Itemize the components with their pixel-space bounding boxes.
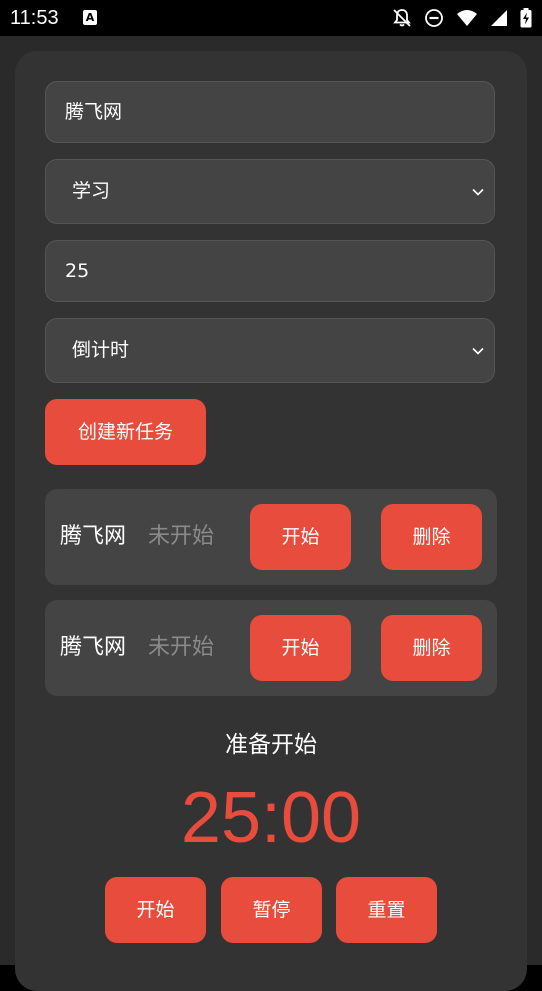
timer-start-button[interactable]: 开始 [105, 877, 206, 943]
task-row: 腾飞网 未开始 开始 删除 [45, 489, 497, 585]
mode-select[interactable]: 倒计时 [45, 318, 495, 383]
task-name: 腾飞网 [60, 635, 127, 660]
create-task-button[interactable]: 创建新任务 [45, 399, 206, 465]
task-row: 腾飞网 未开始 开始 删除 [45, 600, 497, 696]
status-time: 11:53 [10, 7, 59, 29]
mode-select-value: 倒计时 [72, 339, 130, 361]
task-status: 未开始 [148, 524, 215, 549]
bell-off-icon [393, 9, 411, 27]
task-status: 未开始 [148, 635, 215, 660]
task-start-button[interactable]: 开始 [250, 615, 351, 681]
a-notification-icon: A [83, 10, 97, 25]
category-select-value: 学习 [72, 180, 111, 202]
duration-input[interactable]: 25 [45, 240, 495, 302]
signal-icon [491, 10, 507, 26]
wifi-icon [457, 10, 477, 26]
timer-reset-button[interactable]: 重置 [336, 877, 437, 943]
task-name-input[interactable]: 腾飞网 [45, 81, 495, 143]
status-icons [392, 7, 532, 29]
chevron-down-icon [472, 188, 484, 196]
task-delete-button[interactable]: 删除 [381, 504, 482, 570]
timer-status-label: 准备开始 [225, 732, 317, 758]
task-delete-button[interactable]: 删除 [381, 615, 482, 681]
timer-display: 25:00 [180, 778, 362, 858]
task-name: 腾飞网 [60, 524, 127, 549]
battery-charging-icon [520, 8, 532, 28]
chevron-down-icon [472, 347, 484, 355]
task-start-button[interactable]: 开始 [250, 504, 351, 570]
category-select[interactable]: 学习 [45, 159, 495, 224]
timer-pause-button[interactable]: 暂停 [221, 877, 322, 943]
status-bar: 11:53 A [0, 0, 542, 36]
do-not-disturb-icon [425, 9, 443, 27]
